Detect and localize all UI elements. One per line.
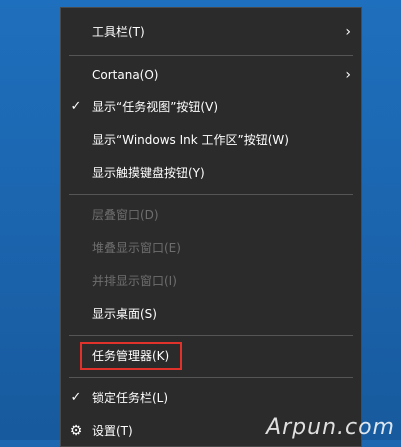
taskbar-context-menu: 工具栏(T) › Cortana(O) › ✓ 显示“任务视图”按钮(V) 显示… — [60, 7, 362, 447]
watermark-logo: Arpun.com — [266, 415, 395, 440]
menu-item-stack-windows: 堆叠显示窗口(E) — [61, 232, 361, 264]
menu-item-label: 显示“任务视图”按钮(V) — [92, 100, 219, 114]
menu-item-label: 锁定任务栏(L) — [92, 391, 169, 405]
menu-item-show-desktop[interactable]: 显示桌面(S) — [61, 298, 361, 330]
menu-item-label: 显示桌面(S) — [92, 307, 157, 321]
menu-item-label: 并排显示窗口(I) — [92, 274, 177, 288]
menu-item-cascade-windows: 层叠窗口(D) — [61, 199, 361, 231]
menu-item-show-windows-ink-button[interactable]: 显示“Windows Ink 工作区”按钮(W) — [61, 124, 361, 156]
menu-item-toolbars[interactable]: 工具栏(T) › — [61, 16, 361, 48]
menu-item-label: 堆叠显示窗口(E) — [92, 241, 181, 255]
gear-icon: ⚙ — [69, 423, 83, 439]
menu-item-label: Cortana(O) — [92, 68, 159, 82]
checkmark-icon: ✓ — [70, 390, 82, 405]
menu-item-show-task-view-button[interactable]: ✓ 显示“任务视图”按钮(V) — [61, 91, 361, 123]
menu-item-label: 设置(T) — [92, 424, 133, 438]
menu-item-label: 层叠窗口(D) — [92, 208, 159, 222]
menu-item-label: 工具栏(T) — [92, 25, 145, 39]
menu-item-cortana[interactable]: Cortana(O) › — [61, 59, 361, 91]
menu-item-label: 显示触摸键盘按钮(Y) — [92, 166, 205, 180]
checkmark-icon: ✓ — [70, 99, 82, 114]
menu-separator — [69, 335, 353, 336]
menu-item-show-touch-keyboard-button[interactable]: 显示触摸键盘按钮(Y) — [61, 157, 361, 189]
menu-separator — [69, 194, 353, 195]
menu-separator — [69, 55, 353, 56]
menu-item-side-by-side-windows: 并排显示窗口(I) — [61, 265, 361, 297]
menu-item-lock-taskbar[interactable]: ✓ 锁定任务栏(L) — [61, 382, 361, 414]
chevron-right-icon: › — [345, 67, 351, 83]
menu-separator — [69, 377, 353, 378]
highlight-box — [80, 342, 182, 370]
menu-item-label: 显示“Windows Ink 工作区”按钮(W) — [92, 133, 289, 147]
chevron-right-icon: › — [345, 24, 351, 40]
